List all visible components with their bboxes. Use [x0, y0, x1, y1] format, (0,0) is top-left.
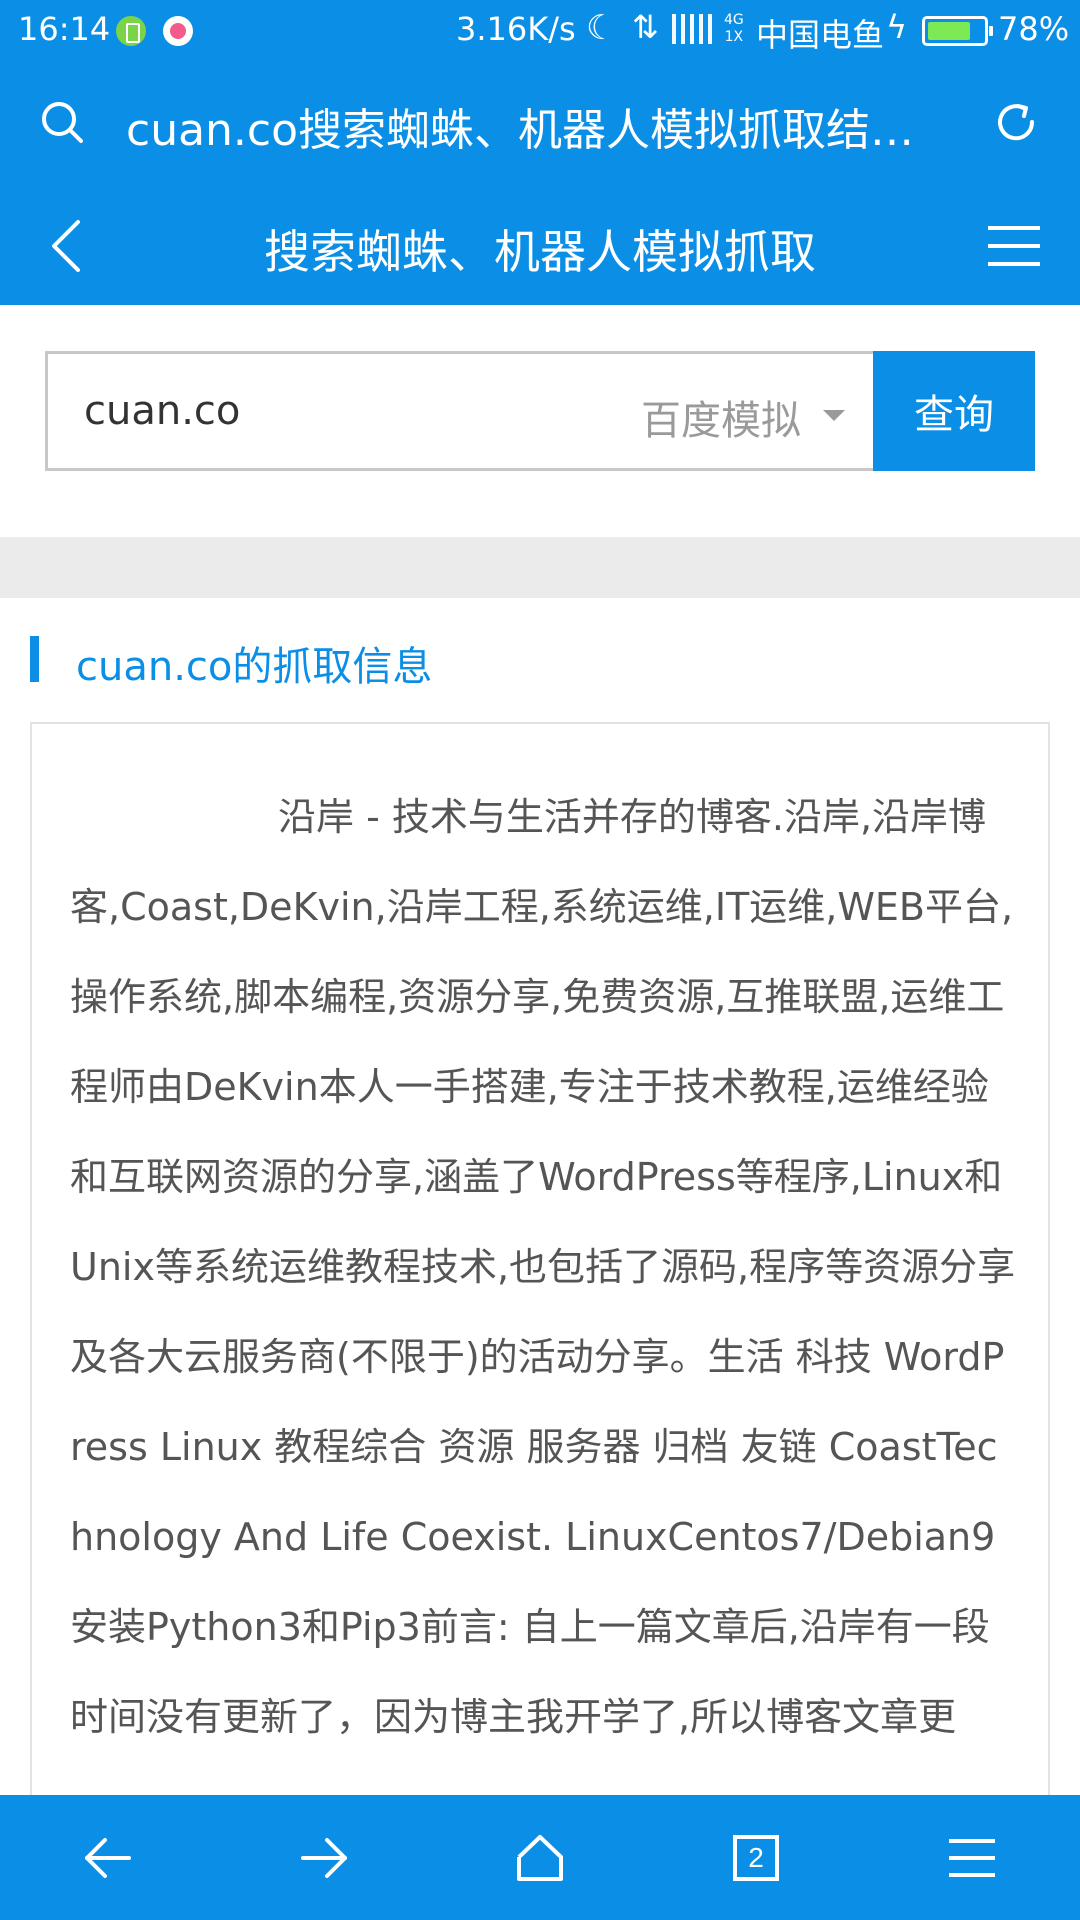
battery-level-fill — [928, 22, 970, 40]
crawl-result-text: 沿岸 - 技术与生活并存的博客.沿岸,沿岸博客,Coast,DeKvin,沿岸工… — [70, 795, 1016, 1739]
nav-forward-button[interactable] — [249, 1795, 399, 1920]
network-type-bottom: 1X — [724, 29, 744, 45]
signal-icon — [672, 14, 716, 44]
section-title: cuan.co的抓取信息 — [76, 644, 433, 690]
nav-tabs-button[interactable]: 2 — [681, 1795, 831, 1920]
domain-input[interactable]: cuan.co 百度模拟 — [45, 351, 873, 471]
nav-back-button[interactable] — [33, 1795, 183, 1920]
forward-arrow-icon — [301, 1837, 347, 1878]
status-bar: 16:14 3.16K/s ☾ ⇅ 4G 1X 中国电鱼 ϟ 78% — [0, 0, 1080, 62]
bottom-nav: 2 — [0, 1795, 1080, 1920]
engine-select[interactable]: 百度模拟 — [641, 388, 801, 446]
nav-home-button[interactable] — [465, 1795, 615, 1920]
tab-count: 2 — [748, 1841, 764, 1873]
battery-icon — [922, 16, 993, 46]
network-type-top: 4G — [724, 12, 744, 28]
net-speed: 3.16K/s — [456, 10, 576, 48]
query-button[interactable]: 查询 — [873, 351, 1035, 471]
back-arrow-icon — [85, 1837, 131, 1878]
section-accent-bar — [30, 636, 39, 682]
charging-icon: ϟ — [886, 8, 908, 46]
battery-app-icon — [116, 16, 146, 46]
data-arrows-icon: ⇅ — [632, 8, 659, 46]
page-title: 搜索蜘蛛、机器人模拟抓取 — [264, 225, 816, 279]
domain-input-value[interactable]: cuan.co — [84, 388, 240, 434]
search-form: cuan.co 百度模拟 查询 — [45, 351, 1035, 471]
menu-icon — [949, 1838, 995, 1877]
nav-menu-button[interactable] — [897, 1795, 1047, 1920]
tabs-icon: 2 — [733, 1834, 779, 1881]
home-icon — [517, 1834, 563, 1881]
menu-icon[interactable] — [986, 224, 1042, 268]
media-app-icon — [163, 16, 193, 46]
crawl-result-box: 沿岸 - 技术与生活并存的博客.沿岸,沿岸博客,Coast,DeKvin,沿岸工… — [30, 722, 1050, 1822]
section-divider — [0, 537, 1080, 598]
back-icon[interactable] — [46, 216, 86, 276]
carrier-name: 中国电鱼 — [756, 16, 885, 54]
refresh-icon[interactable] — [992, 98, 1040, 146]
chevron-down-icon[interactable] — [823, 410, 845, 421]
page-header: 搜索蜘蛛、机器人模拟抓取 — [0, 186, 1080, 304]
moon-icon: ☾ — [586, 8, 617, 48]
status-time: 16:14 — [18, 10, 111, 48]
search-icon[interactable] — [40, 100, 84, 144]
battery-percent: 78% — [998, 10, 1070, 48]
network-type: 4G 1X — [724, 12, 744, 46]
address-bar[interactable]: cuan.co搜索蜘蛛、机器人模拟抓取结… — [0, 62, 1080, 182]
url-text[interactable]: cuan.co搜索蜘蛛、机器人模拟抓取结… — [126, 94, 946, 158]
